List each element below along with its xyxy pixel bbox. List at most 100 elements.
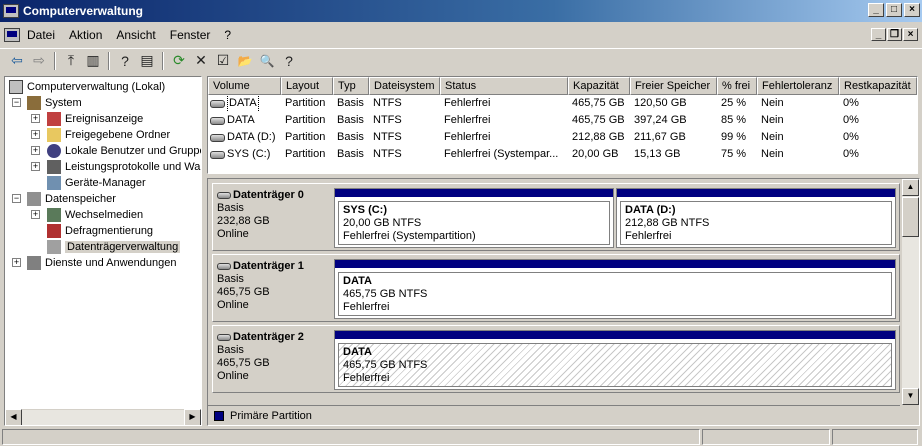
column-header-prozent-frei[interactable]: % frei	[717, 77, 757, 95]
menu-ansicht[interactable]: Ansicht	[109, 28, 162, 42]
partition-sys-c[interactable]: SYS (C:) 20,00 GB NTFS Fehlerfrei (Syste…	[334, 188, 614, 248]
toolbar-separator	[54, 51, 56, 70]
tree-item-leistungsprotokolle[interactable]: Leistungsprotokolle und War	[47, 159, 201, 175]
tree-item-defragmentierung[interactable]: Defragmentierung	[47, 223, 153, 239]
scrollbar-thumb[interactable]	[902, 197, 919, 237]
scroll-left-button[interactable]: ◀	[5, 409, 22, 425]
menu-datei[interactable]: Datei	[20, 28, 62, 42]
tree-item-dienste[interactable]: Dienste und Anwendungen	[27, 255, 177, 271]
partition-data-d[interactable]: DATA (D:) 212,88 GB NTFS Fehlerfrei	[616, 188, 896, 248]
column-header-typ[interactable]: Typ	[333, 77, 369, 95]
disk-2-row[interactable]: Datenträger 2 Basis 465,75 GB Online DAT…	[212, 325, 900, 393]
scroll-down-button[interactable]: ▼	[902, 388, 919, 405]
computer-management-icon	[3, 4, 19, 18]
table-row[interactable]: DATA (D:) Partition Basis NTFS Fehlerfre…	[208, 129, 917, 146]
tree-item-datentraegerverwaltung[interactable]: Datenträgerverwaltung	[47, 239, 181, 255]
expand-toggle-dienste[interactable]: +	[12, 258, 21, 267]
properties-icon[interactable]: ▤	[136, 51, 158, 71]
tree-item-system[interactable]: System	[27, 95, 82, 111]
scroll-up-button[interactable]: ▲	[902, 179, 919, 196]
disk-status: Online	[217, 228, 249, 240]
menu-aktion[interactable]: Aktion	[62, 28, 109, 42]
status-pane-secondary	[702, 429, 830, 445]
disk-1-row[interactable]: Datenträger 1 Basis 465,75 GB Online DAT…	[212, 254, 900, 322]
refresh-icon[interactable]: ⟳	[168, 51, 190, 71]
open-icon[interactable]: 📂	[234, 51, 256, 71]
tree-horizontal-scrollbar[interactable]: ◀ ▶	[5, 409, 201, 425]
shared-folder-icon	[47, 128, 61, 142]
menu-help[interactable]: ?	[217, 28, 238, 42]
help-icon[interactable]: ?	[114, 51, 136, 71]
mdi-system-menu-icon[interactable]	[4, 28, 20, 42]
disk-graphical-view: Datenträger 0 Basis 232,88 GB Online SYS…	[207, 178, 920, 426]
delete-icon[interactable]: ✕	[190, 51, 212, 71]
expand-toggle-leistung[interactable]: +	[31, 162, 40, 171]
mdi-close-button[interactable]: ×	[903, 28, 918, 41]
search-icon[interactable]: 🔍	[256, 51, 278, 71]
column-header-layout[interactable]: Layout	[281, 77, 333, 95]
disk-info: Datenträger 0 Basis 232,88 GB Online	[217, 189, 335, 241]
settings-icon[interactable]: ☑	[212, 51, 234, 71]
expand-toggle-benutzer[interactable]: +	[31, 146, 40, 155]
table-row[interactable]: DATA Partition Basis NTFS Fehlerfrei 465…	[208, 112, 917, 129]
tree-item-geraete-manager[interactable]: Geräte-Manager	[47, 175, 146, 191]
disk-name: Datenträger 0	[233, 189, 304, 201]
column-header-dateisystem[interactable]: Dateisystem	[369, 77, 440, 95]
disk-icon	[217, 334, 231, 341]
show-hide-tree-icon[interactable]: ▥	[82, 51, 104, 71]
menu-fenster[interactable]: Fenster	[163, 28, 218, 42]
disk-info: Datenträger 2 Basis 465,75 GB Online	[217, 331, 335, 383]
mdi-minimize-button[interactable]: _	[871, 28, 886, 41]
column-header-volume[interactable]: Volume	[208, 77, 281, 95]
help-topics-icon[interactable]: ?	[278, 51, 300, 71]
back-icon[interactable]: ⇦	[6, 51, 28, 71]
column-header-freier-speicher[interactable]: Freier Speicher	[630, 77, 717, 95]
expand-toggle-system[interactable]: −	[12, 98, 21, 107]
menu-bar: Datei Aktion Ansicht Fenster ? _ ❐ ×	[0, 24, 922, 46]
expand-toggle-wechselmedien[interactable]: +	[31, 210, 40, 219]
minimize-button[interactable]: _	[868, 3, 884, 17]
title-bar: Computerverwaltung _ □ ×	[0, 0, 922, 22]
toolbar-separator	[162, 51, 164, 70]
partition-data[interactable]: DATA 465,75 GB NTFS Fehlerfrei	[334, 259, 896, 319]
expand-toggle-freigaben[interactable]: +	[31, 130, 40, 139]
maximize-button[interactable]: □	[886, 3, 902, 17]
table-row[interactable]: SYS (C:) Partition Basis NTFS Fehlerfrei…	[208, 146, 917, 163]
column-header-status[interactable]: Status	[440, 77, 568, 95]
column-header-kapazitaet[interactable]: Kapazität	[568, 77, 630, 95]
disk-icon	[217, 192, 231, 199]
disk-size: 465,75 GB	[217, 286, 270, 298]
disk-management-icon	[47, 240, 61, 254]
disk-name: Datenträger 1	[233, 260, 304, 272]
expand-toggle-ereignis[interactable]: +	[31, 114, 40, 123]
disk-type: Basis	[217, 273, 244, 285]
close-button[interactable]: ×	[904, 3, 920, 17]
volume-icon	[210, 99, 225, 108]
volume-icon	[210, 150, 225, 159]
up-folder-icon[interactable]: ⤒	[60, 51, 82, 71]
disk-0-row[interactable]: Datenträger 0 Basis 232,88 GB Online SYS…	[212, 183, 900, 251]
tree-item-freigegebene-ordner[interactable]: Freigegebene Ordner	[47, 127, 170, 143]
tools-icon	[27, 96, 41, 110]
tree-item-datenspeicher[interactable]: Datenspeicher	[27, 191, 116, 207]
services-icon	[27, 256, 41, 270]
column-header-fehlertoleranz[interactable]: Fehlertoleranz	[757, 77, 839, 95]
graphical-vertical-scrollbar[interactable]: ▲ ▼	[902, 179, 919, 405]
scroll-right-button[interactable]: ▶	[184, 409, 201, 425]
tree-item-wechselmedien[interactable]: Wechselmedien	[47, 207, 143, 223]
disk-size: 465,75 GB	[217, 357, 270, 369]
column-header-restkapazitaet[interactable]: Restkapazität	[839, 77, 917, 95]
partition-data-selected[interactable]: DATA 465,75 GB NTFS Fehlerfrei	[334, 330, 896, 390]
tree-item-lokale-benutzer[interactable]: Lokale Benutzer und Gruppe	[47, 143, 201, 159]
mdi-restore-button[interactable]: ❐	[887, 28, 902, 41]
volume-icon	[210, 133, 225, 142]
computer-icon	[9, 80, 23, 94]
table-row[interactable]: DATA Partition Basis NTFS Fehlerfrei 465…	[208, 95, 917, 112]
tree-item-root[interactable]: Computerverwaltung (Lokal)	[9, 79, 165, 95]
status-bar	[0, 428, 922, 446]
forward-icon[interactable]: ⇨	[28, 51, 50, 71]
expand-toggle-datenspeicher[interactable]: −	[12, 194, 21, 203]
disk-info: Datenträger 1 Basis 465,75 GB Online	[217, 260, 335, 312]
tree-item-ereignisanzeige[interactable]: Ereignisanzeige	[47, 111, 143, 127]
toolbar: ⇦ ⇨ ⤒ ▥ ? ▤ ⟳ ✕ ☑ 📂 🔍 ?	[0, 48, 922, 72]
